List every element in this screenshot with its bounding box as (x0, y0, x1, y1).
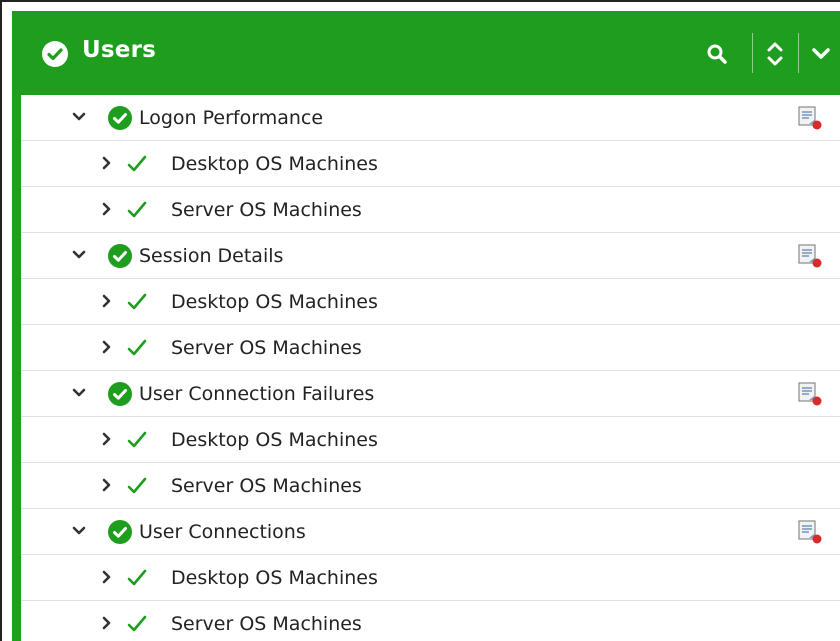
window-frame: Users Logon Performance Desktop OS Machi… (0, 0, 840, 641)
check-icon (125, 612, 149, 636)
check-icon (125, 566, 149, 590)
child-label: Server OS Machines (171, 337, 362, 359)
users-panel: Users Logon Performance Desktop OS Machi… (12, 11, 840, 641)
report-icon[interactable] (796, 242, 824, 270)
tree-group-row[interactable]: User Connections (21, 509, 840, 555)
panel-title: Users (82, 37, 156, 63)
tree-group-row[interactable]: User Connection Failures (21, 371, 840, 417)
search-icon[interactable] (704, 41, 730, 67)
report-icon[interactable] (796, 104, 824, 132)
report-icon[interactable] (796, 380, 824, 408)
check-icon (125, 290, 149, 314)
check-circle-icon (42, 41, 68, 67)
chevron-down-icon[interactable] (71, 109, 87, 125)
chevron-right-icon[interactable] (99, 293, 115, 309)
group-label: Logon Performance (139, 107, 324, 129)
check-circle-icon (107, 243, 133, 269)
header-divider (752, 33, 753, 73)
check-circle-icon (107, 105, 133, 131)
check-circle-icon (107, 381, 133, 407)
group-label: User Connection Failures (139, 383, 375, 405)
check-icon (125, 336, 149, 360)
tree-group-row[interactable]: Session Details (21, 233, 840, 279)
panel-header: Users (12, 11, 840, 95)
check-icon (125, 198, 149, 222)
group-label: Session Details (139, 245, 284, 267)
chevron-right-icon[interactable] (99, 569, 115, 585)
child-label: Desktop OS Machines (171, 567, 378, 589)
report-icon[interactable] (796, 518, 824, 546)
check-icon (125, 428, 149, 452)
chevron-right-icon[interactable] (99, 477, 115, 493)
child-label: Server OS Machines (171, 613, 362, 635)
header-divider (798, 33, 799, 73)
tree-child-row[interactable]: Server OS Machines (21, 325, 840, 371)
check-icon (125, 474, 149, 498)
chevron-down-icon[interactable] (71, 247, 87, 263)
chevron-down-icon[interactable] (808, 41, 834, 67)
chevron-down-icon[interactable] (71, 385, 87, 401)
child-label: Server OS Machines (171, 475, 362, 497)
chevron-right-icon[interactable] (99, 155, 115, 171)
tree-child-row[interactable]: Desktop OS Machines (21, 417, 840, 463)
tree-child-row[interactable]: Server OS Machines (21, 187, 840, 233)
tree-child-row[interactable]: Desktop OS Machines (21, 141, 840, 187)
check-circle-icon (107, 519, 133, 545)
tree-list: Logon Performance Desktop OS Machines Se… (21, 95, 840, 641)
chevron-right-icon[interactable] (99, 615, 115, 631)
child-label: Desktop OS Machines (171, 291, 378, 313)
chevron-right-icon[interactable] (99, 431, 115, 447)
child-label: Desktop OS Machines (171, 429, 378, 451)
child-label: Desktop OS Machines (171, 153, 378, 175)
tree-child-row[interactable]: Server OS Machines (21, 601, 840, 641)
group-label: User Connections (139, 521, 306, 543)
chevron-down-icon[interactable] (71, 523, 87, 539)
chevron-right-icon[interactable] (99, 201, 115, 217)
tree-child-row[interactable]: Desktop OS Machines (21, 555, 840, 601)
tree-child-row[interactable]: Server OS Machines (21, 463, 840, 509)
check-icon (125, 152, 149, 176)
child-label: Server OS Machines (171, 199, 362, 221)
tree-child-row[interactable]: Desktop OS Machines (21, 279, 840, 325)
chevron-right-icon[interactable] (99, 339, 115, 355)
tree-group-row[interactable]: Logon Performance (21, 95, 840, 141)
sort-icon[interactable] (764, 37, 786, 71)
